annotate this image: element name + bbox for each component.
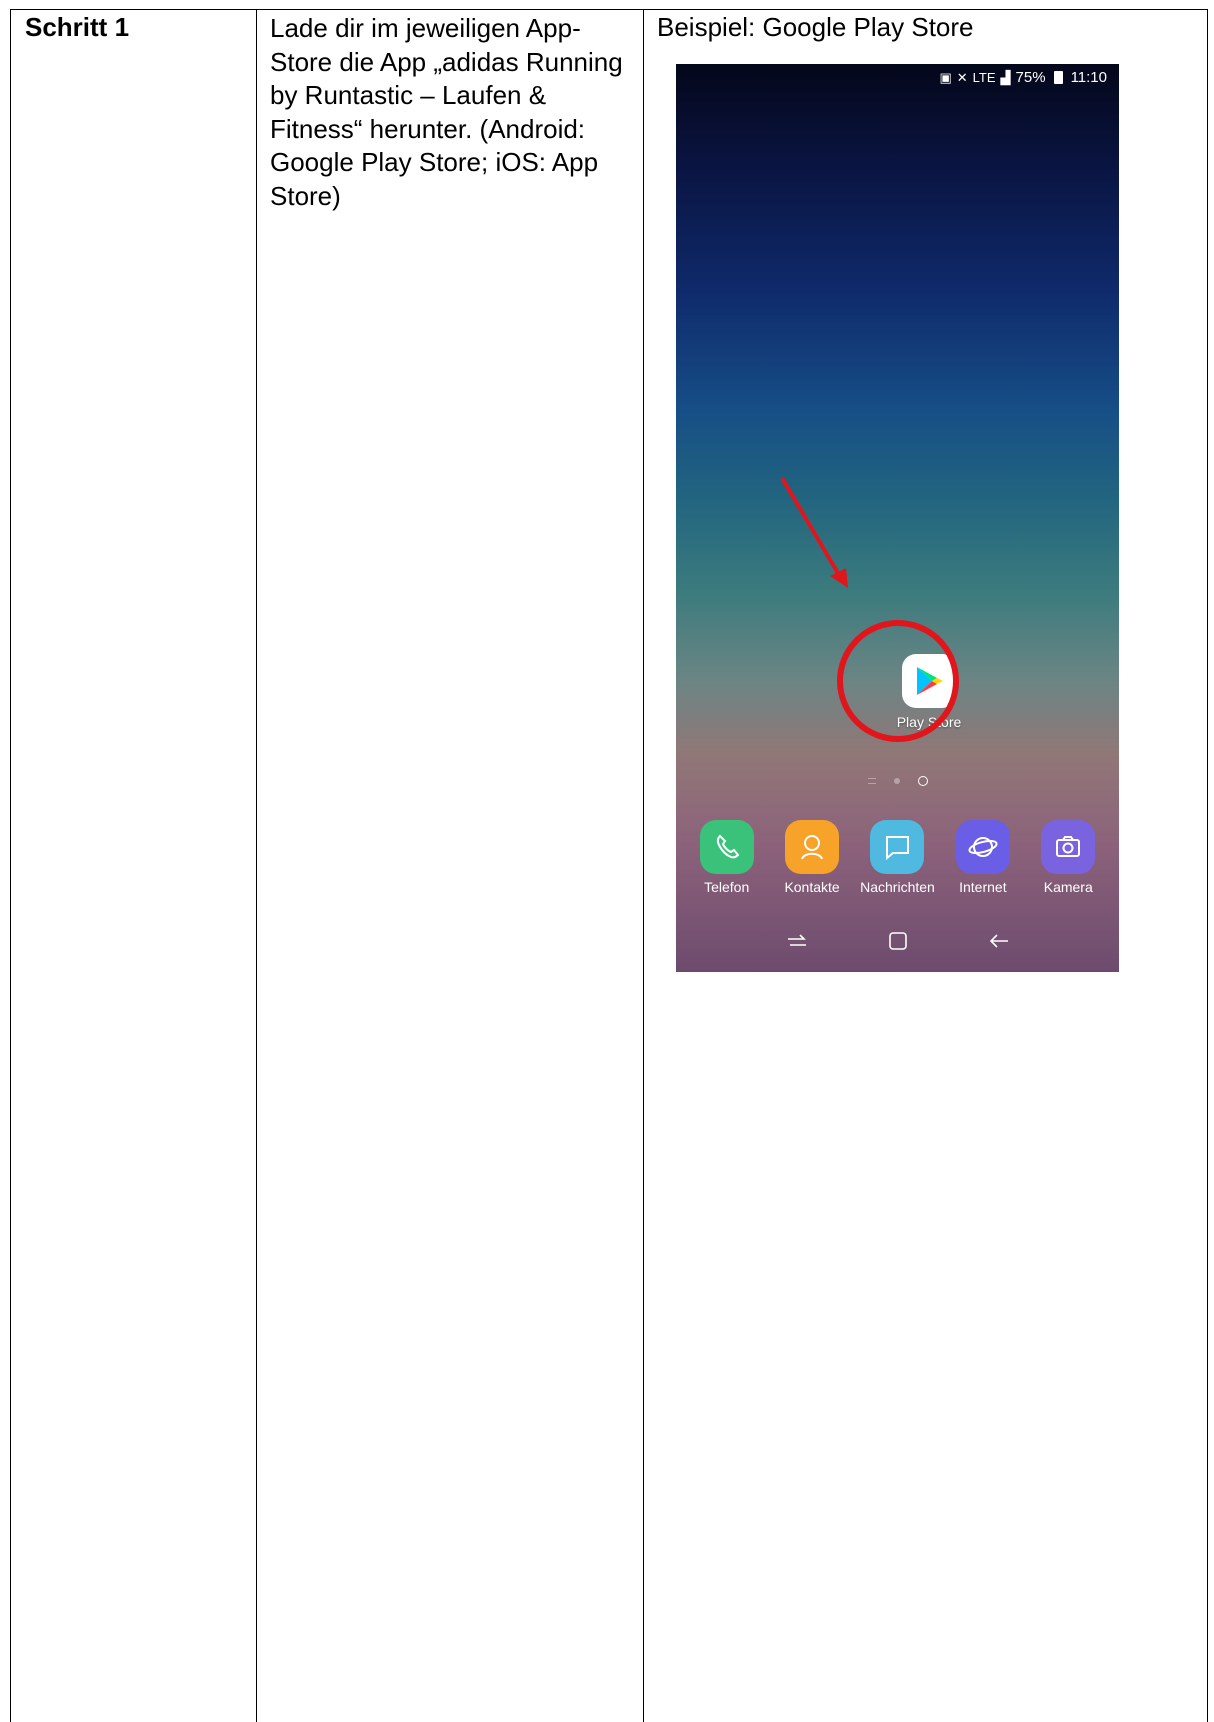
page-dot [893,778,900,784]
back-button[interactable] [984,926,1014,956]
recent-apps-button[interactable] [782,926,812,956]
dock-app-nachrichten[interactable]: Nachrichten [855,820,939,895]
dock-app-kamera[interactable]: Kamera [1026,820,1110,895]
dock-label: Kontakte [784,879,840,895]
camera-icon [1041,820,1096,874]
contacts-icon [785,820,840,874]
dock-label: Internet [959,879,1007,895]
dock-app-kontakte[interactable]: Kontakte [770,820,854,895]
navigation-bar [676,926,1119,956]
dock-label: Telefon [704,879,750,895]
home-icon [888,932,907,950]
home-button[interactable] [883,926,913,956]
recent-apps-icon [787,934,806,946]
dock-app-internet[interactable]: Internet [941,820,1025,895]
step-instruction-text: Lade dir im jeweiligen App-Store die App… [270,13,623,211]
dock-label: Nachrichten [860,879,935,895]
page-dot-active [917,776,928,786]
dock-app-telefon[interactable]: Telefon [685,820,769,895]
phone-icon [699,820,754,874]
app-dock: Telefon Kontakte Nachrichten Internet Ka… [676,820,1119,895]
back-icon [989,934,1008,948]
dock-label: Kamera [1043,879,1093,895]
example-title: Beispiel: Google Play Store [657,12,974,42]
step-label: Schritt 1 [25,12,130,42]
messages-icon [870,820,925,874]
arrow-line [780,476,844,582]
instruction-column: Lade dir im jeweiligen App-Store die App… [256,10,644,1722]
phone-screenshot: ▣ ✕ LTE ▟ 75% 11:10 Play Store Telefon K… [676,64,1119,972]
page-dot [867,778,876,784]
internet-icon [955,820,1010,874]
page-indicator [676,776,1119,786]
step-column: Schritt 1 [11,10,257,1722]
annotation-circle [837,620,959,742]
